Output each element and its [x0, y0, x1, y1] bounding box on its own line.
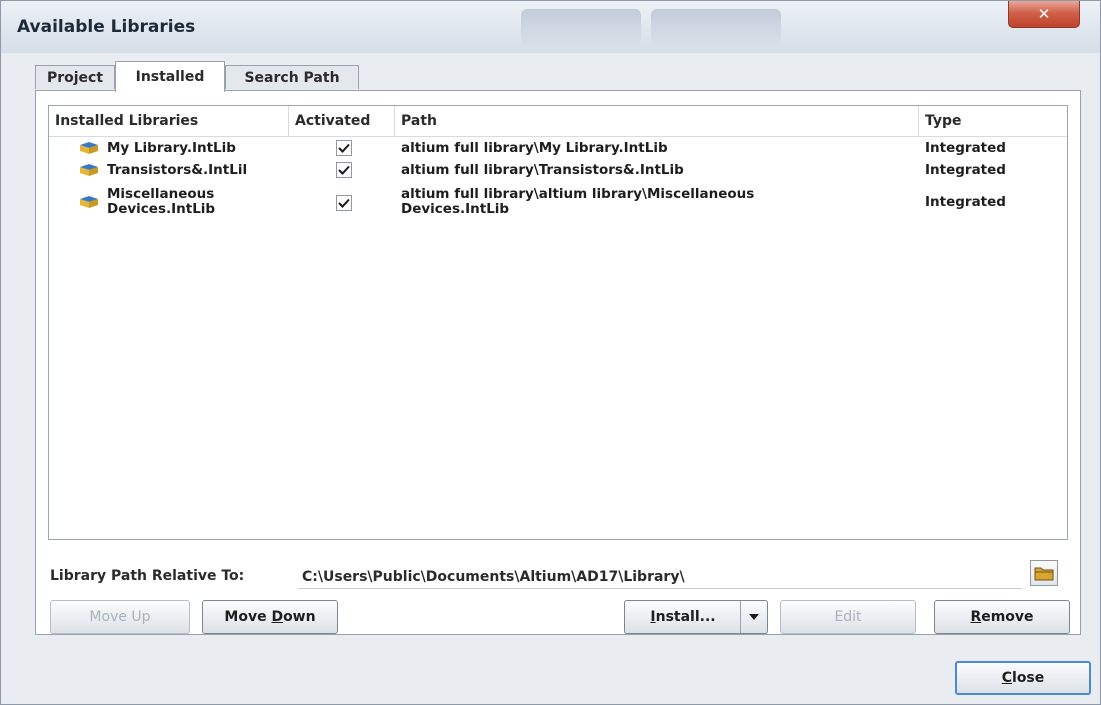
chevron-down-icon	[749, 614, 759, 620]
title-bar-glass	[521, 9, 641, 45]
library-book-icon	[80, 142, 98, 154]
install-split-button[interactable]: Install...	[624, 600, 768, 634]
library-type: Integrated	[925, 161, 1006, 178]
library-name: Miscellaneous Devices.IntLib	[107, 186, 216, 217]
activated-checkbox[interactable]	[336, 195, 352, 211]
available-libraries-dialog: Available Libraries ✕ Project Installed …	[0, 0, 1101, 705]
tab-search-path[interactable]: Search Path	[225, 65, 359, 89]
library-name: My Library.IntLib	[107, 139, 236, 156]
close-mnemonic: C	[1001, 670, 1013, 686]
library-name: Transistors&.IntLil	[107, 161, 248, 178]
close-button[interactable]: Close	[955, 661, 1091, 695]
activated-checkbox[interactable]	[336, 140, 352, 156]
move-down-label-post: own	[283, 609, 316, 625]
library-path-relative-label: Library Path Relative To:	[50, 568, 245, 584]
library-book-icon	[80, 164, 98, 176]
activated-checkbox[interactable]	[336, 162, 352, 178]
installed-tab-panel: Installed Libraries Activated Path Type …	[35, 90, 1081, 635]
close-label-post: lose	[1012, 670, 1045, 686]
column-header-activated[interactable]: Activated	[289, 106, 395, 136]
edit-button[interactable]: Edit	[780, 600, 916, 634]
window-title: Available Libraries	[17, 17, 196, 37]
library-type: Integrated	[925, 193, 1006, 210]
checkmark-icon	[338, 143, 350, 153]
move-down-mnemonic: D	[271, 609, 284, 625]
title-bar-glass	[651, 9, 781, 45]
column-header-type[interactable]: Type	[919, 106, 1067, 136]
column-header-installed-libraries[interactable]: Installed Libraries	[49, 106, 289, 136]
remove-button[interactable]: Remove	[934, 600, 1070, 634]
remove-label-post: emove	[981, 609, 1034, 625]
folder-icon	[1034, 567, 1054, 581]
library-path: altium full library\My Library.IntLib	[401, 139, 668, 156]
window-close-button[interactable]: ✕	[1008, 1, 1080, 28]
checkmark-icon	[338, 165, 350, 175]
table-row[interactable]: My Library.IntLib altium full library\My…	[49, 137, 1067, 159]
library-path: altium full library\Transistors&.IntLib	[401, 161, 684, 178]
table-row[interactable]: Transistors&.IntLil altium full library\…	[49, 159, 1067, 181]
move-up-button[interactable]: Move Up	[50, 600, 190, 634]
list-header: Installed Libraries Activated Path Type	[49, 106, 1067, 137]
installed-libraries-list[interactable]: Installed Libraries Activated Path Type …	[48, 105, 1068, 540]
install-label-post: nstall...	[655, 609, 716, 625]
remove-mnemonic: R	[970, 609, 982, 625]
column-header-path[interactable]: Path	[395, 106, 919, 136]
checkmark-icon	[338, 198, 350, 208]
close-icon: ✕	[1037, 5, 1051, 23]
library-path-relative-value[interactable]: C:\Users\Public\Documents\Altium\AD17\Li…	[298, 566, 1022, 589]
title-bar[interactable]: Available Libraries ✕	[1, 1, 1100, 53]
tab-project[interactable]: Project	[35, 65, 115, 89]
move-down-button[interactable]: Move Down	[202, 600, 338, 634]
library-book-icon	[80, 196, 98, 208]
install-dropdown-toggle[interactable]	[740, 601, 767, 633]
browse-folder-button[interactable]	[1030, 560, 1058, 586]
move-down-label-pre: Move	[224, 609, 272, 625]
table-row[interactable]: Miscellaneous Devices.IntLib altium full…	[49, 182, 1067, 222]
tab-installed[interactable]: Installed	[115, 61, 225, 92]
library-type: Integrated	[925, 139, 1006, 156]
library-path: altium full library\altium library\Misce…	[401, 186, 755, 217]
